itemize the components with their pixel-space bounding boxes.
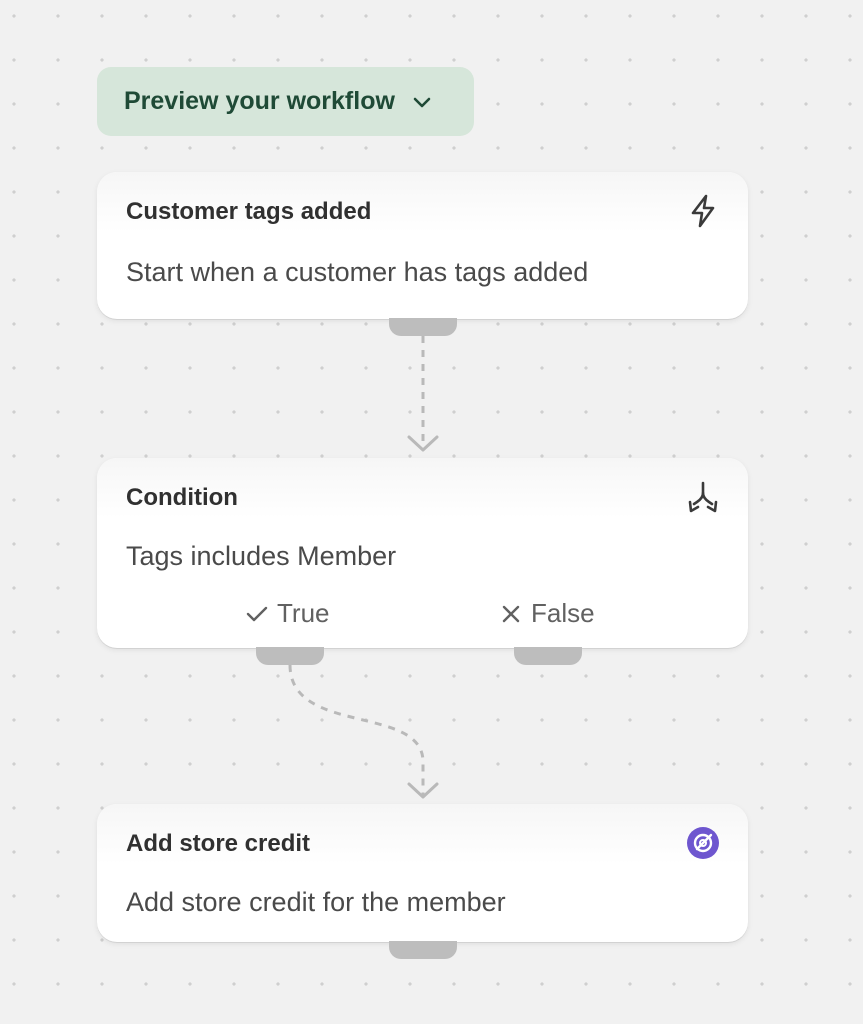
workflow-canvas: Preview your workflow Customer tags adde… <box>0 0 863 1024</box>
branch-split-icon <box>686 480 720 514</box>
edge-true-to-action <box>288 664 425 795</box>
node-title: Customer tags added <box>126 198 372 225</box>
store-credit-icon <box>686 826 720 860</box>
chevron-down-icon <box>411 91 433 113</box>
branch-true-label: True <box>277 598 330 628</box>
false-output-handle[interactable] <box>514 647 582 665</box>
node-description: Start when a customer has tags added <box>126 257 589 287</box>
branch-false[interactable]: False <box>499 598 595 629</box>
true-output-handle[interactable] <box>256 647 324 665</box>
branch-true[interactable]: True <box>245 598 330 629</box>
action-output-handle[interactable] <box>389 941 457 959</box>
trigger-output-handle[interactable] <box>389 318 457 336</box>
condition-branches: True False <box>97 598 748 632</box>
checkmark-icon <box>246 606 268 621</box>
node-title: Add store credit <box>126 830 311 857</box>
preview-workflow-label: Preview your workflow <box>124 87 395 115</box>
node-title: Condition <box>126 484 238 511</box>
edge-arrowhead-1 <box>407 435 439 452</box>
branch-false-label: False <box>531 598 595 628</box>
lightning-icon <box>686 194 720 228</box>
node-description: Add store credit for the member <box>126 887 506 917</box>
action-node-card[interactable]: Add store credit Add store credit for th… <box>97 804 748 942</box>
preview-workflow-button[interactable]: Preview your workflow <box>97 67 474 136</box>
condition-node-card[interactable]: Condition Tags includes Member True Fals… <box>97 458 748 648</box>
trigger-node-card[interactable]: Customer tags added Start when a custome… <box>97 172 748 319</box>
edge-arrowhead-2 <box>407 782 439 799</box>
node-description: Tags includes Member <box>126 541 397 571</box>
close-icon <box>502 605 520 622</box>
